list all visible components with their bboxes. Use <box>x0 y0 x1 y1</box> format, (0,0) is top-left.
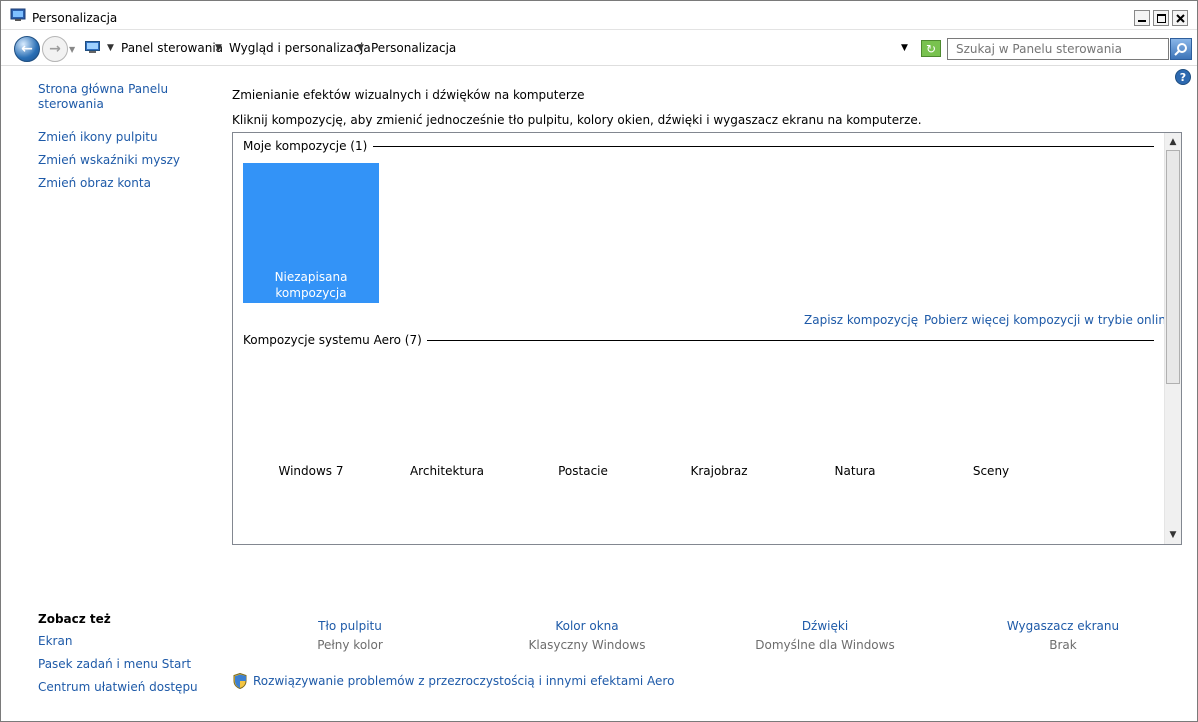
see-also-display[interactable]: Ekran <box>38 634 72 649</box>
breadcrumb-personalization[interactable]: Personalizacja <box>371 41 456 55</box>
window-color-link[interactable]: Kolor okna <box>502 619 672 633</box>
shield-icon <box>233 673 247 689</box>
scroll-down-button[interactable]: ▼ <box>1165 527 1181 543</box>
aero-theme-characters[interactable]: Postacie <box>538 464 628 478</box>
unsaved-theme-label-line2: kompozycja <box>275 286 347 300</box>
sidebar-home-line2: sterowania <box>38 97 104 111</box>
desktop-background-setting[interactable]: Tło pulpitu Pełny kolor <box>265 619 435 652</box>
window-color-setting[interactable]: Kolor okna Klasyczny Windows <box>502 619 672 652</box>
see-also-heading: Zobacz też <box>38 612 111 626</box>
close-button[interactable] <box>1172 10 1188 26</box>
save-theme-link[interactable]: Zapisz kompozycję <box>804 313 918 327</box>
my-themes-header: Moje kompozycje (1) <box>243 139 373 153</box>
screensaver-link[interactable]: Wygaszacz ekranu <box>978 619 1148 633</box>
address-dropdown-icon[interactable]: ▼ <box>901 43 908 53</box>
see-also-taskbar[interactable]: Pasek zadań i menu Start <box>38 657 191 672</box>
page-title: Zmienianie efektów wizualnych i dźwięków… <box>232 88 585 102</box>
minimize-button[interactable] <box>1134 10 1150 26</box>
window-app-icon <box>10 8 26 21</box>
refresh-button[interactable]: ↻ <box>921 40 941 57</box>
sidebar-change-account-picture[interactable]: Zmień obraz konta <box>38 176 151 191</box>
section-divider <box>373 146 1154 147</box>
minimize-icon <box>1138 20 1146 22</box>
scroll-down-icon: ▼ <box>1169 530 1177 540</box>
aero-themes-header: Kompozycje systemu Aero (7) <box>243 333 427 347</box>
page-description: Kliknij kompozycję, aby zmienić jednocze… <box>232 113 922 127</box>
aero-theme-scenes[interactable]: Sceny <box>946 464 1036 478</box>
screensaver-value: Brak <box>1049 638 1077 652</box>
sounds-setting[interactable]: Dźwięki Domyślne dla Windows <box>740 619 910 652</box>
see-also-ease-of-access[interactable]: Centrum ułatwień dostępu <box>38 680 198 695</box>
sounds-value: Domyślne dla Windows <box>755 638 895 652</box>
crumb-chevron-down-icon[interactable]: ▼ <box>215 43 222 53</box>
scroll-thumb[interactable] <box>1166 150 1180 384</box>
refresh-icon: ↻ <box>925 41 937 56</box>
close-icon <box>1175 13 1185 23</box>
aero-troubleshoot-link[interactable]: Rozwiązywanie problemów z przezroczystoś… <box>253 674 674 688</box>
help-button[interactable]: ? <box>1175 69 1191 85</box>
unsaved-theme-tile[interactable]: Niezapisana kompozycja <box>243 163 379 303</box>
aero-theme-windows7[interactable]: Windows 7 <box>266 464 356 478</box>
aero-theme-architecture[interactable]: Architektura <box>402 464 492 478</box>
section-divider <box>405 340 1154 341</box>
forward-arrow-icon: → <box>49 41 61 57</box>
get-more-themes-link[interactable]: Pobierz więcej kompozycji w trybie onlin… <box>924 313 1173 327</box>
screensaver-setting[interactable]: Wygaszacz ekranu Brak <box>978 619 1148 652</box>
crumb-chevron-down-icon[interactable]: ▼ <box>357 43 364 53</box>
unsaved-theme-label-line1: Niezapisana <box>274 270 348 284</box>
aero-theme-nature[interactable]: Natura <box>810 464 900 478</box>
search-button[interactable] <box>1170 38 1192 60</box>
themes-list[interactable]: Moje kompozycje (1) Niezapisana kompozyc… <box>232 132 1182 545</box>
desktop-background-link[interactable]: Tło pulpitu <box>265 619 435 633</box>
sidebar-home-line1: Strona główna Panelu <box>38 82 169 96</box>
desktop-background-value: Pełny kolor <box>317 638 383 652</box>
crumb-chevron-down-icon[interactable]: ▼ <box>107 43 114 53</box>
back-button[interactable]: ← <box>14 36 40 62</box>
breadcrumb-control-panel[interactable]: Panel sterowania <box>121 41 223 55</box>
themes-scrollbar[interactable]: ▲ ▼ <box>1164 133 1181 544</box>
sidebar-change-mouse-pointers[interactable]: Zmień wskaźniki myszy <box>38 153 180 168</box>
sidebar-control-panel-home[interactable]: Strona główna Panelu sterowania <box>38 82 168 112</box>
scroll-up-icon: ▲ <box>1169 137 1177 147</box>
maximize-icon <box>1156 13 1166 23</box>
window-color-value: Klasyczny Windows <box>528 638 646 652</box>
control-panel-icon <box>85 41 100 53</box>
breadcrumb-appearance[interactable]: Wygląd i personalizacja <box>229 41 371 55</box>
window-title: Personalizacja <box>32 11 118 25</box>
search-icon <box>1174 43 1187 56</box>
maximize-button[interactable] <box>1153 10 1169 26</box>
help-icon: ? <box>1179 70 1187 84</box>
sounds-link[interactable]: Dźwięki <box>740 619 910 633</box>
search-input[interactable] <box>947 38 1169 60</box>
forward-button[interactable]: → <box>42 36 68 62</box>
aero-theme-landscapes[interactable]: Krajobraz <box>674 464 764 478</box>
recent-pages-dropdown[interactable]: ▼ <box>69 45 75 54</box>
back-arrow-icon: ← <box>21 41 33 57</box>
window: Personalizacja ← → ▼ ▼ Panel sterowania … <box>0 0 1198 722</box>
sidebar-change-desktop-icons[interactable]: Zmień ikony pulpitu <box>38 130 158 145</box>
scroll-up-button[interactable]: ▲ <box>1165 134 1181 150</box>
title-bar[interactable]: Personalizacja <box>1 1 1197 30</box>
